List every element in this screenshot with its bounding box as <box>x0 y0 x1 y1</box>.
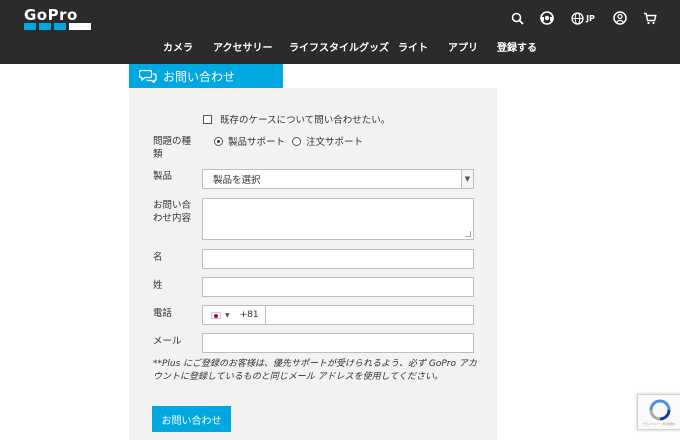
radio-product-support[interactable]: 製品サポート <box>214 134 285 148</box>
logo-bar-white <box>69 23 91 30</box>
logo-bar-blue-1 <box>24 23 36 30</box>
phone-label: 電話 <box>153 308 173 319</box>
email-input[interactable] <box>202 333 474 353</box>
account-icon[interactable] <box>611 9 629 27</box>
radio-product-support-button[interactable] <box>214 136 223 146</box>
country-code-selector[interactable]: ▼ +81 <box>203 306 266 324</box>
message-label: お問い合わせ内容 <box>153 200 192 224</box>
message-textarea[interactable] <box>202 198 474 240</box>
globe-icon <box>571 11 584 25</box>
existing-case-label: 既存のケースについて問い合わせたい。 <box>220 115 391 126</box>
phone-country-code: +81 <box>239 310 259 320</box>
last-name-input[interactable] <box>202 277 474 297</box>
radio-order-support-label: 注文サポート <box>306 137 364 148</box>
inquiry-type-label: 問題の種類 <box>153 136 192 160</box>
email-label: メール <box>153 336 182 347</box>
chat-bubble-icon <box>139 69 157 83</box>
nav-item-apps[interactable]: アプリ <box>448 39 478 54</box>
nav-item-accessories[interactable]: アクセサリー <box>213 39 273 54</box>
first-name-label: 名 <box>153 252 163 263</box>
existing-case-checkbox[interactable] <box>203 114 212 124</box>
contact-heading: お問い合わせ <box>129 64 283 88</box>
radio-order-support[interactable]: 注文サポート <box>292 134 363 148</box>
resize-handle-icon[interactable] <box>465 231 471 237</box>
first-name-input[interactable] <box>202 249 474 269</box>
site-header: GoPro JP カメラ アクセサリー ライフスタイルグッズ ライト アプリ 登… <box>0 0 680 64</box>
recaptcha-icon <box>649 399 671 421</box>
main-nav: カメラ アクセサリー ライフスタイルグッズ ライト アプリ 登録する <box>0 39 680 54</box>
submit-button[interactable]: お問い合わせ <box>152 406 231 432</box>
product-select-value: 製品を選択 <box>213 175 261 186</box>
logo-bar-blue-3 <box>54 23 66 30</box>
nav-item-cameras[interactable]: カメラ <box>163 39 193 54</box>
chevron-down-icon: ▼ <box>461 170 473 188</box>
cart-icon[interactable] <box>641 9 659 27</box>
last-name-label: 姓 <box>153 280 163 291</box>
logo-bar-blue-2 <box>39 23 51 30</box>
recaptcha-badge[interactable]: プライバシー・利用規約 <box>637 394 680 430</box>
phone-input[interactable]: ▼ +81 <box>202 305 474 325</box>
nav-item-lights[interactable]: ライト <box>398 39 428 54</box>
japan-flag-icon <box>211 311 221 319</box>
contact-heading-text: お問い合わせ <box>163 69 236 84</box>
search-icon[interactable] <box>508 9 526 27</box>
radio-order-support-button[interactable] <box>292 136 301 146</box>
product-select[interactable]: 製品を選択 ▼ <box>202 169 474 189</box>
nav-item-subscribe[interactable]: 登録する <box>497 39 537 54</box>
existing-case-option[interactable]: 既存のケースについて問い合わせたい。 <box>203 112 390 126</box>
gopro-logo[interactable]: GoPro <box>24 6 94 32</box>
region-selector[interactable]: JP <box>568 9 598 27</box>
plus-member-note: **Plus にご登録のお客様は、優先サポートが受けられるよう、必ず GoPro… <box>153 359 477 382</box>
recaptcha-privacy-text[interactable]: プライバシー・利用規約 <box>642 422 675 426</box>
logo-wordmark: GoPro <box>24 6 78 24</box>
product-label: 製品 <box>153 171 173 182</box>
radio-product-support-label: 製品サポート <box>228 137 286 148</box>
region-label: JP <box>586 13 595 23</box>
caret-down-icon: ▼ <box>225 311 230 319</box>
support-headset-icon[interactable] <box>538 9 556 27</box>
nav-item-lifestyle[interactable]: ライフスタイルグッズ <box>289 39 389 54</box>
